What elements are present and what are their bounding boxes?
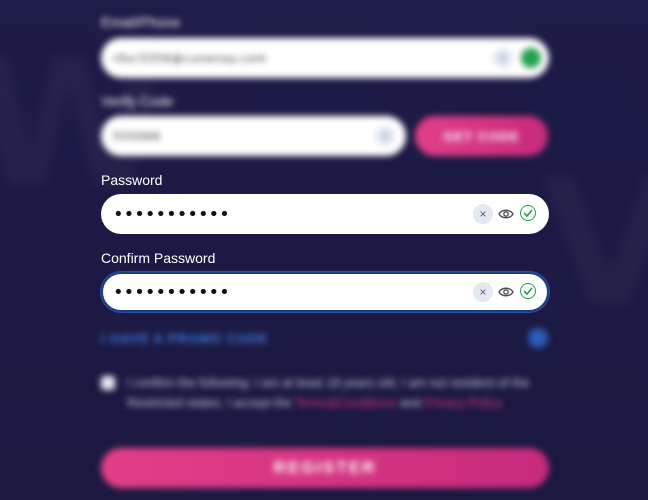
clear-icon[interactable]: × <box>493 48 513 68</box>
background-decoration: V <box>540 140 648 349</box>
get-code-button[interactable]: GET CODE <box>415 116 548 156</box>
check-icon <box>521 48 541 68</box>
promo-code-link[interactable]: I HAVE A PROMO CODE <box>101 331 268 346</box>
confirm-password-input[interactable] <box>113 274 453 310</box>
eye-icon[interactable] <box>496 282 516 302</box>
clear-icon[interactable]: × <box>473 282 493 302</box>
terms-and: and <box>399 396 421 410</box>
clear-icon[interactable]: × <box>375 126 395 146</box>
privacy-link[interactable]: Privacy Policy <box>424 396 502 410</box>
promo-toggle-icon[interactable] <box>528 328 548 348</box>
verify-code-label: Verify Code <box>101 93 174 109</box>
check-icon <box>520 283 536 299</box>
confirm-password-label: Confirm Password <box>101 250 216 266</box>
email-field[interactable]: × <box>101 38 549 78</box>
confirm-password-field[interactable]: × <box>101 272 549 312</box>
password-label: Password <box>101 172 163 188</box>
check-icon <box>520 205 536 221</box>
clear-icon[interactable]: × <box>473 204 493 224</box>
eye-icon[interactable] <box>496 204 516 224</box>
registration-page: W V Email/Phone × Verify Code × GET CODE… <box>0 0 648 500</box>
password-input[interactable] <box>113 194 453 234</box>
email-label: Email/Phone <box>101 14 181 30</box>
terms-text: I confirm the following: I am at least 1… <box>127 373 552 413</box>
password-field[interactable]: × <box>101 194 549 234</box>
verify-code-field[interactable]: × <box>101 116 406 156</box>
terms-link[interactable]: Terms&Conditions <box>295 396 396 410</box>
verify-code-input[interactable] <box>113 116 363 156</box>
email-input[interactable] <box>113 38 453 78</box>
register-button[interactable]: REGISTER <box>101 448 549 488</box>
terms-checkbox[interactable] <box>101 376 115 390</box>
